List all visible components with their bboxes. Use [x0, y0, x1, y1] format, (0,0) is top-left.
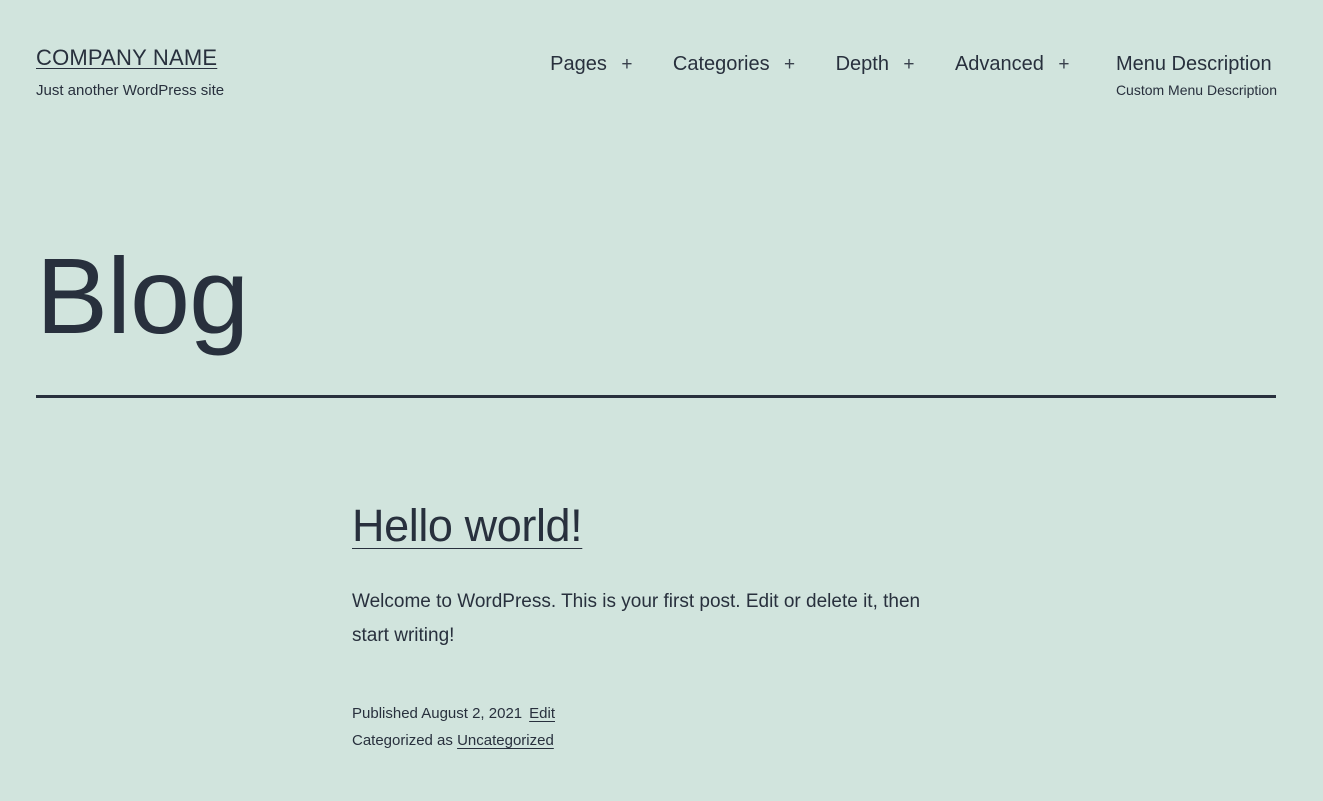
nav-item-advanced[interactable]: Advanced — [955, 50, 1044, 78]
nav-link-menu-description[interactable]: Menu Description — [1116, 50, 1272, 78]
nav-link-pages[interactable]: Pages — [550, 50, 607, 78]
archive-header: Blog — [36, 236, 1276, 356]
site-tagline: Just another WordPress site — [36, 82, 225, 99]
category-prefix-label: Categorized as — [352, 732, 453, 749]
nav-item-menu-description[interactable]: Menu Description Custom Menu Description — [1116, 50, 1277, 100]
header-divider — [36, 395, 1276, 398]
post-meta: Published August 2, 2021 Edit Categorized… — [352, 700, 972, 754]
post-entry: Hello world! Welcome to WordPress. This … — [352, 498, 972, 754]
post-excerpt: Welcome to WordPress. This is your first… — [352, 591, 921, 646]
category-link-uncategorized[interactable]: Uncategorized — [457, 732, 554, 749]
nav-item-pages[interactable]: Pages — [550, 50, 607, 78]
post-meta-category: Categorized as Uncategorized — [352, 727, 972, 754]
blog-archive-page: COMPANY NAME Just another WordPress site… — [0, 0, 1323, 801]
post-meta-published: Published August 2, 2021 Edit — [352, 700, 972, 727]
site-title-link[interactable]: COMPANY NAME — [36, 44, 217, 72]
nav-link-advanced[interactable]: Advanced — [955, 50, 1044, 78]
page-title: Blog — [36, 235, 249, 356]
post-title-link[interactable]: Hello world! — [352, 500, 583, 551]
primary-navigation: Pages + Categories + Depth + Advanced + … — [550, 50, 1277, 100]
site-branding: COMPANY NAME Just another WordPress site — [36, 44, 224, 101]
edit-post-link[interactable]: Edit — [529, 705, 555, 722]
site-header: COMPANY NAME Just another WordPress site… — [0, 0, 1323, 130]
plus-icon[interactable]: + — [1047, 50, 1081, 78]
nav-link-depth[interactable]: Depth — [836, 50, 889, 78]
nav-link-categories[interactable]: Categories — [673, 50, 770, 78]
post-title: Hello world! — [352, 498, 972, 554]
nav-item-description: Custom Menu Description — [1115, 82, 1277, 98]
plus-icon[interactable]: + — [892, 50, 926, 78]
published-date: Published August 2, 2021 — [352, 705, 523, 722]
plus-icon[interactable]: + — [773, 50, 807, 78]
nav-item-categories[interactable]: Categories — [673, 50, 770, 78]
nav-item-depth[interactable]: Depth — [836, 50, 889, 78]
plus-icon[interactable]: + — [610, 50, 644, 78]
